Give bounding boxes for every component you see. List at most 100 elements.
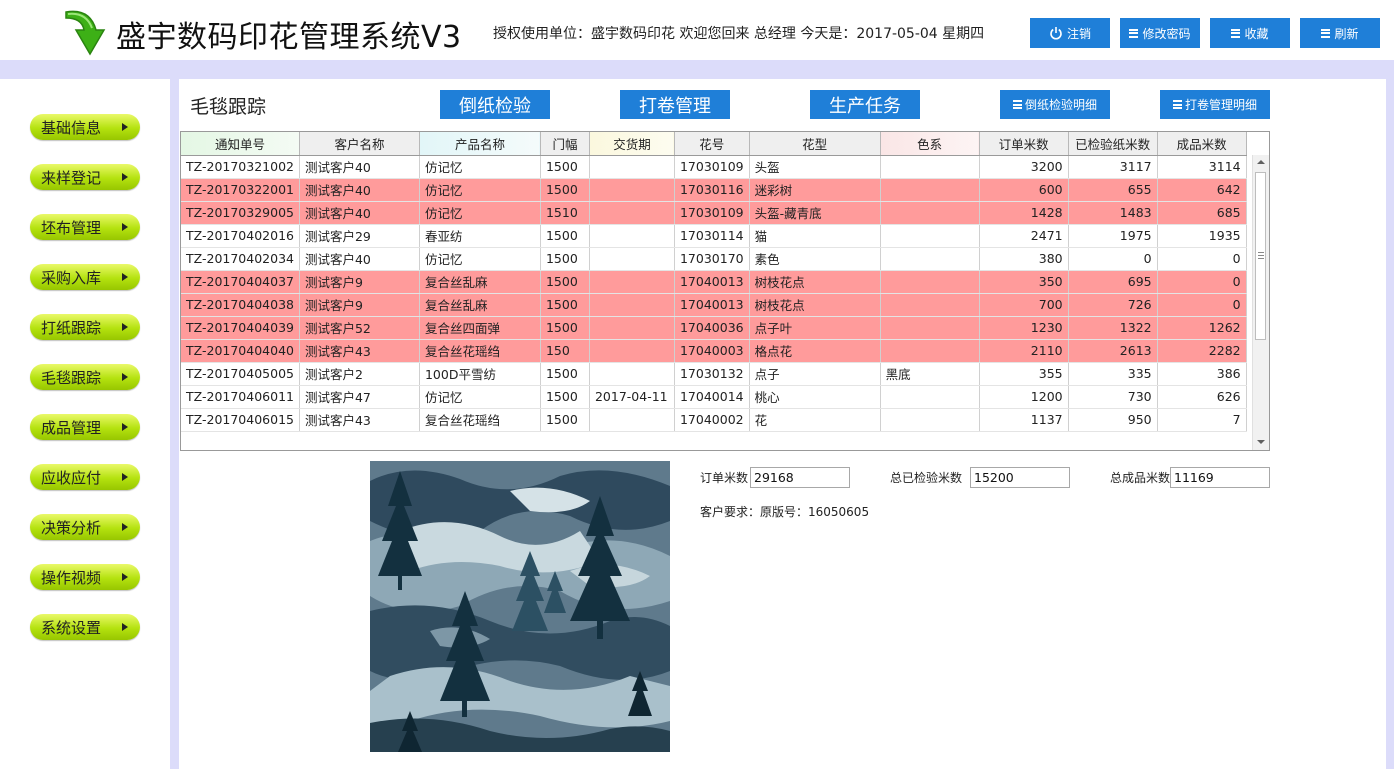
table-cell: 600 [979, 178, 1069, 202]
sidebar-item-receivables[interactable]: 应收应付 [30, 464, 140, 490]
sidebar-item-paper-tracking[interactable]: 打纸跟踪 [30, 314, 140, 340]
inspected-meters-field[interactable] [970, 467, 1070, 488]
table-cell: TZ-20170404037 [181, 270, 300, 294]
column-header[interactable]: 客户名称 [299, 132, 420, 156]
table-cell: 复合丝花瑶绉 [419, 339, 541, 363]
roll-management-label: 打卷管理 [639, 95, 711, 117]
table-cell [880, 408, 980, 432]
table-row[interactable]: TZ-20170404037 测试客户9 复合丝乱麻 1500 17040013 树枝花点… [181, 270, 1247, 294]
refresh-label: 刷新 [1334, 26, 1359, 41]
change-password-button[interactable]: 修改密码 [1120, 18, 1200, 48]
logout-button[interactable]: 注销 [1030, 18, 1110, 48]
table-cell: TZ-20170405005 [181, 362, 300, 386]
table-cell: 1262 [1157, 316, 1247, 340]
table-cell: 685 [1157, 201, 1247, 225]
table-cell: 335 [1068, 362, 1158, 386]
table-cell: 17030170 [674, 247, 750, 271]
column-header[interactable]: 花型 [749, 132, 881, 156]
table-cell: 17030109 [674, 155, 750, 179]
table-cell [589, 155, 675, 179]
sidebar-item-purchase-inbound[interactable]: 采购入库 [30, 264, 140, 290]
sidebar-item-blanket-tracking[interactable]: 毛毯跟踪 [30, 364, 140, 390]
paper-inspection-detail-label: 倒纸检验明细 [1024, 98, 1097, 112]
refresh-button[interactable]: 刷新 [1300, 18, 1380, 48]
table-cell: 3117 [1068, 155, 1158, 179]
sidebar-item-basic-info[interactable]: 基础信息 [30, 114, 140, 140]
table-row[interactable]: TZ-20170402016 测试客户29 春亚纺 1500 17030114 猫 2471… [181, 224, 1247, 248]
table-row[interactable]: TZ-20170404039 测试客户52 复合丝四面弹 1500 17040036 点子… [181, 316, 1247, 340]
table-cell: 测试客户52 [299, 316, 420, 340]
arrow-right-icon [122, 523, 128, 531]
sidebar-item-label: 应收应付 [41, 468, 102, 487]
column-header[interactable]: 订单米数 [979, 132, 1069, 156]
paper-inspection-button[interactable]: 倒纸检验 [440, 90, 550, 119]
scroll-down-icon[interactable] [1257, 440, 1265, 444]
table-cell: 仿记忆 [419, 155, 541, 179]
table-cell [589, 408, 675, 432]
table-cell: 测试客户2 [299, 362, 420, 386]
table-row[interactable]: TZ-20170322001 测试客户40 仿记忆 1500 17030116 迷彩树 60… [181, 178, 1247, 202]
table-cell: 950 [1068, 408, 1158, 432]
table-cell: TZ-20170404039 [181, 316, 300, 340]
table-cell: 17040014 [674, 385, 750, 409]
column-header[interactable]: 门幅 [540, 132, 590, 156]
table-row[interactable]: TZ-20170402034 测试客户40 仿记忆 1500 17030170 素色 380… [181, 247, 1247, 271]
sidebar-item-greige-management[interactable]: 坯布管理 [30, 214, 140, 240]
table-row[interactable]: TZ-20170329005 测试客户40 仿记忆 1510 17030109 头盔-藏青… [181, 201, 1247, 225]
table-scrollbar[interactable] [1252, 155, 1269, 450]
table-cell: 测试客户47 [299, 385, 420, 409]
paper-inspection-detail-button[interactable]: 倒纸检验明细 [1000, 90, 1110, 119]
arrow-right-icon [122, 573, 128, 581]
table-cell: 2282 [1157, 339, 1247, 363]
grip-icon [1258, 252, 1264, 261]
sidebar-item-tutorial-video[interactable]: 操作视频 [30, 564, 140, 590]
column-header[interactable]: 成品米数 [1157, 132, 1247, 156]
table-row[interactable]: TZ-20170321002 测试客户40 仿记忆 1500 17030109 头盔 320… [181, 155, 1247, 179]
table-cell: 17040013 [674, 270, 750, 294]
menu-lines-icon [1129, 28, 1139, 38]
table-cell [880, 178, 980, 202]
table-cell: 迷彩树 [749, 178, 881, 202]
column-header[interactable]: 花号 [674, 132, 750, 156]
welcome-text: 授权使用单位：盛宇数码印花 欢迎您回来 总经理 今天是：2017-05-04 星… [493, 26, 985, 42]
table-row[interactable]: TZ-20170406011 测试客户47 仿记忆 1500 2017-04-11 170… [181, 385, 1247, 409]
table-cell: 测试客户40 [299, 155, 420, 179]
arrow-right-icon [122, 173, 128, 181]
production-task-button[interactable]: 生产任务 [810, 90, 920, 119]
table-row[interactable]: TZ-20170404038 测试客户9 复合丝乱麻 1500 17040013 树枝花点… [181, 293, 1247, 317]
table-cell: 0 [1157, 270, 1247, 294]
table-cell: 355 [979, 362, 1069, 386]
sidebar-item-label: 基础信息 [41, 118, 102, 137]
roll-management-button[interactable]: 打卷管理 [620, 90, 730, 119]
arrow-right-icon [122, 223, 128, 231]
finished-meters-field[interactable] [1170, 467, 1270, 488]
table-row[interactable]: TZ-20170404040 测试客户43 复合丝花瑶绉 150 17040003 格点花… [181, 339, 1247, 363]
table-cell: 测试客户40 [299, 247, 420, 271]
roll-management-detail-button[interactable]: 打卷管理明细 [1160, 90, 1270, 119]
favorites-button[interactable]: 收藏 [1210, 18, 1290, 48]
sidebar-item-finished-goods[interactable]: 成品管理 [30, 414, 140, 440]
column-header[interactable]: 产品名称 [419, 132, 541, 156]
sidebar-item-sample-registration[interactable]: 来样登记 [30, 164, 140, 190]
sidebar-item-decision-analysis[interactable]: 决策分析 [30, 514, 140, 540]
table-cell: 2471 [979, 224, 1069, 248]
table-cell: 树枝花点 [749, 293, 881, 317]
column-header[interactable]: 已检验纸米数 [1068, 132, 1158, 156]
column-header[interactable]: 交货期 [589, 132, 675, 156]
table-cell: 复合丝乱麻 [419, 270, 541, 294]
table-cell [880, 339, 980, 363]
table-cell [589, 247, 675, 271]
table-cell [880, 385, 980, 409]
app-title: 盛宇数码印花管理系统V3 [116, 20, 462, 55]
table-cell: TZ-20170329005 [181, 201, 300, 225]
order-meters-field[interactable] [750, 467, 850, 488]
favorites-label: 收藏 [1244, 26, 1269, 41]
table-row[interactable]: TZ-20170406015 测试客户43 复合丝花瑶绉 1500 17040002 花 1… [181, 408, 1247, 432]
table-cell: 猫 [749, 224, 881, 248]
data-grid: 通知单号 客户名称 产品名称 门幅 交货期 花号 花型 色系 订单米数 已检验纸… [180, 131, 1270, 451]
sidebar-item-system-settings[interactable]: 系统设置 [30, 614, 140, 640]
column-header[interactable]: 通知单号 [181, 132, 300, 156]
scroll-up-icon[interactable] [1257, 160, 1265, 164]
column-header[interactable]: 色系 [880, 132, 980, 156]
table-row[interactable]: TZ-20170405005 测试客户2 100D平雪纺 1500 17030132 点子… [181, 362, 1247, 386]
